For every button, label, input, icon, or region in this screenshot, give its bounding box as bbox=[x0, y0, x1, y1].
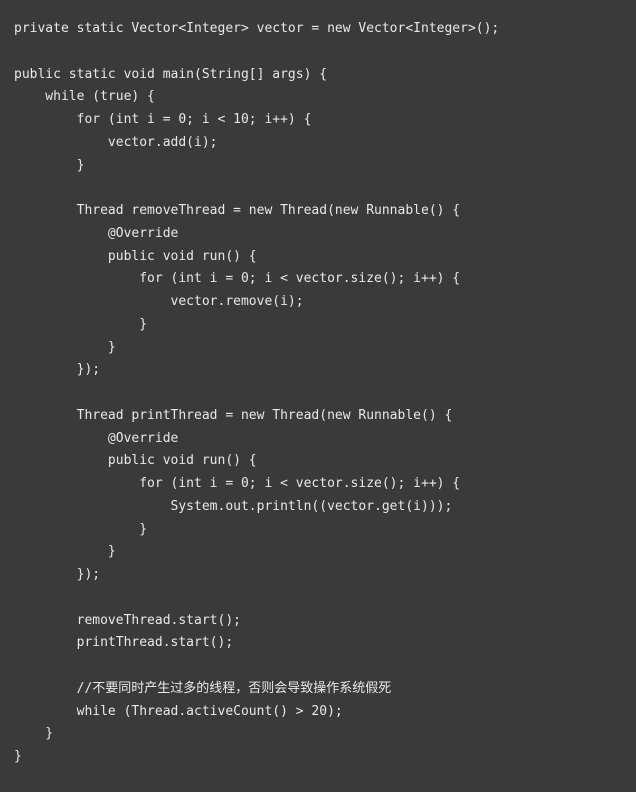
code-block: private static Vector<Integer> vector = … bbox=[14, 18, 622, 769]
code-content: private static Vector<Integer> vector = … bbox=[14, 21, 499, 764]
